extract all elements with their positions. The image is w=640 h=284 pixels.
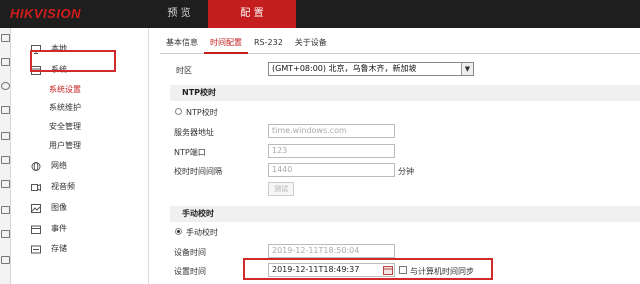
- timezone-label: 时区: [176, 66, 192, 75]
- sidebar-sub-system-settings[interactable]: 系统设置: [49, 81, 81, 99]
- sidebar-highlight-annotation: [30, 50, 116, 72]
- sidebar-sub-security[interactable]: 安全管理: [49, 118, 81, 136]
- video-icon: [31, 183, 41, 192]
- brand-logo: HIKVISION: [10, 6, 81, 21]
- tab-rs232[interactable]: RS-232: [248, 34, 289, 54]
- test-button[interactable]: 测试: [268, 182, 294, 196]
- tab-basic-info[interactable]: 基本信息: [160, 34, 204, 54]
- bag-icon[interactable]: [1, 206, 10, 214]
- config-tabs: 基本信息 时间配置 RS-232 关于设备: [160, 34, 640, 54]
- top-nav: 预 览 配 置: [150, 0, 296, 28]
- sidebar-item-label: 存储: [51, 244, 67, 253]
- sync-interval-unit: 分钟: [398, 167, 414, 176]
- manual-radio[interactable]: [175, 228, 182, 235]
- grid-icon[interactable]: [1, 156, 10, 164]
- search-icon[interactable]: [1, 82, 10, 90]
- sidebar-item-label: 事件: [51, 224, 67, 233]
- window-icon[interactable]: [1, 180, 10, 188]
- ntp-radio[interactable]: [175, 108, 182, 115]
- manual-section-header: 手动校时: [170, 206, 640, 222]
- server-address-input[interactable]: time.windows.com: [268, 124, 395, 138]
- nav-preview[interactable]: 预 览: [150, 0, 208, 28]
- timezone-value: (GMT+08:00) 北京，乌鲁木齐，新加坡: [272, 64, 417, 73]
- left-icon-strip: [0, 28, 11, 284]
- vs-icon[interactable]: [1, 132, 10, 140]
- sync-interval-label: 校时时间间隔: [174, 167, 222, 176]
- sidebar-item-label: 视音频: [51, 182, 75, 191]
- sidebar-sub-user-management[interactable]: 用户管理: [49, 137, 81, 155]
- storage-icon: [31, 245, 41, 254]
- image-icon: [31, 204, 41, 213]
- document-icon[interactable]: [1, 106, 10, 114]
- tab-time-settings[interactable]: 时间配置: [204, 34, 248, 54]
- sidebar-sub-system-maintenance[interactable]: 系统维护: [49, 99, 81, 117]
- device-time-input: 2019-12-11T18:50:04: [268, 244, 395, 258]
- set-time-label: 设置时间: [174, 267, 206, 276]
- monitor-icon[interactable]: [1, 34, 10, 42]
- tab-about-device[interactable]: 关于设备: [289, 34, 333, 54]
- top-bar: HIKVISION 预 览 配 置: [0, 0, 640, 28]
- sidebar-item-label: 图像: [51, 203, 67, 212]
- sync-interval-input[interactable]: 1440: [268, 163, 395, 177]
- server-address-label: 服务器地址: [174, 128, 214, 137]
- manual-radio-label: 手动校时: [186, 228, 218, 237]
- ntp-section-header: NTP校时: [170, 85, 640, 101]
- device-time-label: 设备时间: [174, 248, 206, 257]
- ntp-port-label: NTP端口: [174, 148, 206, 157]
- ntp-port-input[interactable]: 123: [268, 144, 395, 158]
- globe-icon: [31, 162, 41, 171]
- set-time-highlight-annotation: [243, 258, 493, 280]
- calendar-icon: [31, 225, 41, 234]
- cart-icon[interactable]: [1, 230, 10, 238]
- folder-icon[interactable]: [1, 58, 10, 66]
- nav-config[interactable]: 配 置: [208, 0, 296, 28]
- list-icon[interactable]: [1, 256, 10, 264]
- timezone-select[interactable]: (GMT+08:00) 北京，乌鲁木齐，新加坡 ▼: [268, 62, 474, 76]
- chevron-down-icon[interactable]: ▼: [461, 63, 473, 75]
- ntp-radio-label: NTP校时: [186, 108, 218, 117]
- sidebar-item-label: 网络: [51, 161, 67, 170]
